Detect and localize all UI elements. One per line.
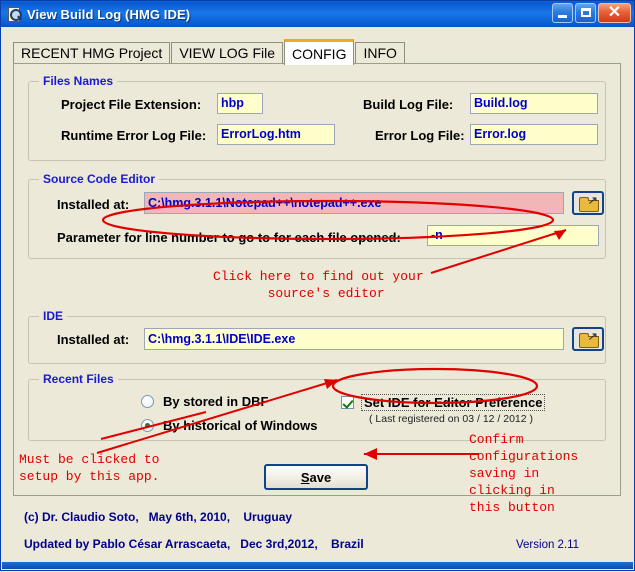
label-line-number-parameter: Parameter for line number to go to for e… bbox=[57, 230, 401, 245]
label-ide-installed-at: Installed at: bbox=[57, 332, 130, 347]
group-files-names: Files Names Project File Extension: hbp … bbox=[28, 74, 606, 161]
input-build-log-file[interactable]: Build.log bbox=[470, 93, 598, 114]
input-runtime-error-log-file[interactable]: ErrorLog.htm bbox=[217, 124, 335, 145]
minimize-button[interactable] bbox=[552, 3, 573, 23]
tab-recent-hmg-project[interactable]: RECENT HMG Project bbox=[13, 42, 171, 64]
radio-icon-unselected bbox=[141, 395, 154, 408]
magnifier-document-icon bbox=[6, 6, 22, 22]
group-recent-files-legend: Recent Files bbox=[39, 372, 118, 386]
check-icon bbox=[341, 396, 354, 409]
label-editor-installed-at: Installed at: bbox=[57, 197, 130, 212]
close-icon: ✕ bbox=[607, 4, 622, 21]
group-source-code-editor: Source Code Editor Installed at: C:\hmg.… bbox=[28, 172, 606, 259]
radio-by-stored-in-dbf[interactable]: By stored in DBF bbox=[141, 394, 268, 409]
save-button[interactable]: Save bbox=[264, 464, 368, 490]
credit-line-1: (c) Dr. Claudio Soto, May 6th, 2010, Uru… bbox=[24, 510, 293, 524]
open-folder-arrow-icon: ↗ bbox=[587, 195, 599, 207]
browse-editor-button[interactable]: ↗ bbox=[572, 191, 604, 215]
radio-label-by-historical-of-windows: By historical of Windows bbox=[163, 418, 318, 433]
checkbox-label-set-ide: Set IDE for Editor Preference bbox=[361, 394, 546, 411]
minimize-icon bbox=[558, 15, 567, 18]
tab-info[interactable]: INFO bbox=[355, 42, 405, 64]
save-button-label: ave bbox=[309, 469, 332, 485]
maximize-button[interactable] bbox=[575, 3, 596, 23]
label-project-file-extension: Project File Extension: bbox=[61, 97, 202, 112]
group-files-names-legend: Files Names bbox=[39, 74, 118, 88]
open-folder-arrow-icon: ↗ bbox=[587, 331, 599, 343]
close-button[interactable]: ✕ bbox=[598, 3, 631, 23]
window-controls: ✕ bbox=[552, 3, 631, 23]
input-error-log-file[interactable]: Error.log bbox=[470, 124, 598, 145]
tab-view-log-file[interactable]: VIEW LOG File bbox=[171, 42, 284, 64]
group-ide-legend: IDE bbox=[39, 309, 68, 323]
status-bar bbox=[2, 562, 633, 569]
client-area: RECENT HMG Project VIEW LOG File CONFIG … bbox=[2, 28, 633, 562]
version-label: Version 2.11 bbox=[516, 539, 580, 551]
maximize-icon bbox=[581, 8, 591, 17]
input-ide-path[interactable]: C:\hmg.3.1.1\IDE\IDE.exe bbox=[144, 328, 564, 350]
checkbox-set-ide-for-editor-preference[interactable]: Set IDE for Editor Preference bbox=[341, 394, 546, 411]
radio-label-by-stored-in-dbf: By stored in DBF bbox=[163, 394, 269, 409]
tab-strip: RECENT HMG Project VIEW LOG File CONFIG … bbox=[13, 39, 406, 65]
radio-by-historical-of-windows[interactable]: By historical of Windows bbox=[141, 418, 317, 433]
group-source-code-editor-legend: Source Code Editor bbox=[39, 172, 160, 186]
group-recent-files: Recent Files By stored in DBF By histori… bbox=[28, 372, 606, 441]
input-line-number-parameter[interactable]: -n bbox=[427, 225, 599, 246]
tab-config[interactable]: CONFIG bbox=[284, 39, 355, 65]
browse-ide-button[interactable]: ↗ bbox=[572, 327, 604, 351]
checkbox-sub-label-last-registered: ( Last registered on 03 / 12 / 2012 ) bbox=[369, 413, 534, 425]
window-title: View Build Log (HMG IDE) bbox=[27, 6, 191, 22]
label-build-log-file: Build Log File: bbox=[363, 97, 454, 112]
label-error-log-file: Error Log File: bbox=[375, 128, 465, 143]
application-window: View Build Log (HMG IDE) ✕ RECENT HMG Pr… bbox=[0, 0, 635, 571]
tab-page-config: Files Names Project File Extension: hbp … bbox=[13, 63, 621, 496]
radio-icon-selected bbox=[141, 419, 154, 432]
group-ide: IDE Installed at: C:\hmg.3.1.1\IDE\IDE.e… bbox=[28, 309, 606, 364]
save-button-accelerator: S bbox=[300, 469, 310, 485]
input-editor-path[interactable]: C:\hmg.3.1.1\Notepad++\notepad++.exe bbox=[144, 192, 564, 214]
input-project-file-extension[interactable]: hbp bbox=[217, 93, 263, 114]
title-bar: View Build Log (HMG IDE) ✕ bbox=[1, 1, 634, 27]
label-runtime-error-log-file: Runtime Error Log File: bbox=[61, 128, 207, 143]
credit-line-2: Updated by Pablo César Arrascaeta, Dec 3… bbox=[24, 537, 364, 551]
